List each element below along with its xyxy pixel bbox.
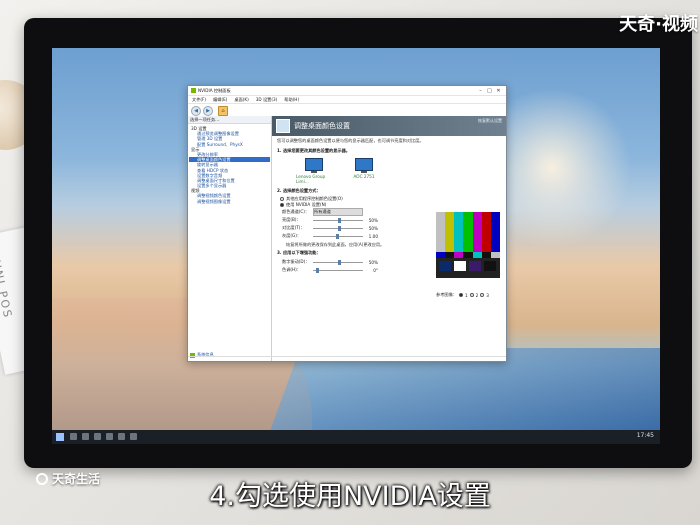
maximize-button[interactable]: □ xyxy=(485,88,494,94)
desktop-color-icon xyxy=(276,119,290,133)
slider-label: 数字振动(D)： xyxy=(282,259,310,264)
monitor-icon xyxy=(305,158,323,171)
slider-value: 50% xyxy=(368,259,378,265)
radio-ref-1[interactable] xyxy=(458,293,463,297)
radio-ref-2[interactable] xyxy=(469,293,474,297)
slider-label: 亮度(B)： xyxy=(282,217,301,222)
grey-bars xyxy=(436,252,500,258)
reference-image-selector: 参考图像： 1 2 3 xyxy=(436,292,489,298)
restore-defaults-link[interactable]: 恢复默认设置 xyxy=(478,118,502,124)
taskbar-app-icon[interactable] xyxy=(70,433,77,440)
radio-ref-3-label: 3 xyxy=(486,292,489,298)
slider-value: 0° xyxy=(373,267,378,273)
task-tree: 3D 设置 通过预览调整图像设置 管理 3D 设置 配置 Surround、Ph… xyxy=(188,124,271,206)
close-button[interactable]: ✕ xyxy=(494,88,503,94)
page-banner: 调整桌面颜色设置 恢复默认设置 xyxy=(272,116,506,136)
menu-file[interactable]: 文件(F) xyxy=(192,97,206,103)
radio-button[interactable] xyxy=(280,203,284,207)
task-pane: 选择一项任务... 3D 设置 通过预览调整图像设置 管理 3D 设置 配置 S… xyxy=(188,116,272,361)
channel-select[interactable]: 所有通道 xyxy=(313,208,363,216)
window-body: 选择一项任务... 3D 设置 通过预览调整图像设置 管理 3D 设置 配置 S… xyxy=(188,116,506,361)
slider-knob[interactable] xyxy=(338,225,341,231)
content-pane: 调整桌面颜色设置 恢复默认设置 您可以调整您的桌面颜色设置以便与您的显示器匹配，… xyxy=(272,116,506,361)
monitor-stand xyxy=(361,171,367,173)
slider-knob[interactable] xyxy=(335,233,339,239)
tree-item-video-image[interactable]: 调整视频图像设置 xyxy=(189,199,270,204)
menu-bar: 文件(F) 编辑(E) 桌面(K) 3D 设置(3) 帮助(H) xyxy=(188,96,506,104)
slider-label: 灰度(G)： xyxy=(282,233,302,238)
taskbar-app-icon[interactable] xyxy=(94,433,101,440)
watermark-top: 天奇·视频 xyxy=(619,14,698,35)
display-label: AOC 2751 xyxy=(353,174,375,179)
desktop-screen: NVIDIA 控制面板 – □ ✕ 文件(F) 编辑(E) 桌面(K) 3D 设… xyxy=(52,48,660,444)
menu-edit[interactable]: 编辑(E) xyxy=(213,97,227,103)
window-title: NVIDIA 控制面板 xyxy=(198,87,231,93)
taskbar-clock: 17:45 xyxy=(636,432,654,439)
slider-label: 对比度(T)： xyxy=(282,225,305,230)
slider-knob[interactable] xyxy=(338,259,341,265)
contrast-slider[interactable] xyxy=(313,225,363,231)
display-label: Lenovo Group Limi... xyxy=(296,174,326,184)
home-button[interactable]: ⌂ xyxy=(218,105,228,116)
taskbar-app-icon[interactable] xyxy=(130,433,137,440)
gamma-slider[interactable] xyxy=(313,233,363,239)
section-2-heading: 2. 选择颜色设置方式： xyxy=(277,188,321,193)
slider-value: 50% xyxy=(368,217,378,223)
vibrance-slider[interactable] xyxy=(313,259,363,265)
slider-value: 1.00 xyxy=(368,233,378,239)
radio-ref-3[interactable] xyxy=(480,293,485,297)
slider-knob[interactable] xyxy=(315,267,319,273)
start-button[interactable] xyxy=(56,433,64,441)
radio-ref-1-label: 1 xyxy=(464,292,468,298)
taskbar-app-icon[interactable] xyxy=(118,433,125,440)
slider-knob[interactable] xyxy=(338,217,341,223)
taskbar: 17:45 xyxy=(52,430,660,444)
nvidia-control-panel-window: NVIDIA 控制面板 – □ ✕ 文件(F) 编辑(E) 桌面(K) 3D 设… xyxy=(187,85,507,362)
menu-desktop[interactable]: 桌面(K) xyxy=(234,97,248,103)
title-bar: NVIDIA 控制面板 – □ ✕ xyxy=(188,86,506,96)
status-bar xyxy=(188,356,506,361)
nvidia-logo-icon xyxy=(191,88,196,93)
test-patches xyxy=(436,258,500,274)
minimize-button[interactable]: – xyxy=(476,88,485,94)
radio-ref-2-label: 2 xyxy=(475,292,479,298)
menu-help[interactable]: 帮助(H) xyxy=(284,97,299,103)
display-item[interactable]: AOC 2751 xyxy=(346,158,382,184)
display-selector: Lenovo Group Limi... AOC 2751 xyxy=(272,156,506,186)
menu-3d-settings[interactable]: 3D 设置(3) xyxy=(256,97,278,103)
hue-slider[interactable] xyxy=(313,267,363,273)
radio-button[interactable] xyxy=(280,197,284,201)
task-pane-header: 选择一项任务... xyxy=(188,116,271,124)
page-description: 您可以调整您的桌面颜色设置以便与您的显示器匹配，也可调节亮度和对比度。 xyxy=(277,138,424,143)
display-item[interactable]: Lenovo Group Limi... xyxy=(296,158,332,184)
slider-label: 色调(H)： xyxy=(282,267,301,272)
taskbar-app-icon[interactable] xyxy=(82,433,89,440)
color-bars xyxy=(436,212,500,252)
brightness-slider[interactable] xyxy=(313,217,363,223)
back-button[interactable]: ◀ xyxy=(191,105,201,116)
reference-test-image xyxy=(436,212,500,278)
video-caption: 4.勾选使用NVIDIA设置 xyxy=(209,481,491,512)
channel-label: 颜色通道(C)： xyxy=(282,209,310,214)
forward-button[interactable]: ▶ xyxy=(203,105,213,116)
taskbar-icons xyxy=(70,433,137,440)
section-1-heading: 1. 选择您要更改其颜色设置的显示器。 xyxy=(277,148,350,153)
reference-label: 参考图像： xyxy=(436,292,457,297)
slider-value: 50% xyxy=(368,225,378,231)
monitor-stand xyxy=(311,171,317,173)
page-title: 调整桌面颜色设置 xyxy=(294,122,350,130)
taskbar-app-icon[interactable] xyxy=(106,433,113,440)
monitor-icon xyxy=(355,158,373,171)
